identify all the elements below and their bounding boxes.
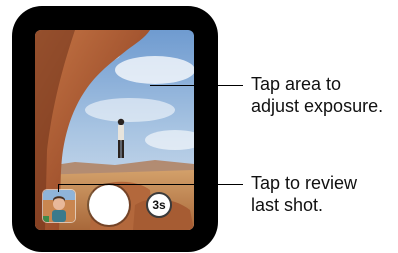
last-shot-thumbnail[interactable] [42, 189, 76, 223]
callout-line-exposure [150, 85, 243, 86]
callout-exposure-line1: Tap area to [251, 74, 342, 94]
callout-review-line2: last shot. [251, 195, 324, 215]
thumbnail-image [43, 190, 75, 222]
screenshot-stage: 3s Tap area to adjust exposure. Tap to r… [0, 0, 398, 253]
callout-line-review [58, 184, 243, 185]
cloud [115, 56, 194, 84]
cloud [85, 98, 175, 122]
callout-exposure: Tap area to adjust exposure. [251, 73, 383, 117]
shutter-button[interactable] [89, 185, 129, 225]
callout-review: Tap to review last shot. [251, 172, 357, 216]
callout-exposure-line2: adjust exposure. [251, 96, 384, 116]
timer-button[interactable]: 3s [146, 192, 172, 218]
callout-line-review-drop [58, 184, 59, 192]
callout-review-line1: Tap to review [251, 173, 358, 193]
